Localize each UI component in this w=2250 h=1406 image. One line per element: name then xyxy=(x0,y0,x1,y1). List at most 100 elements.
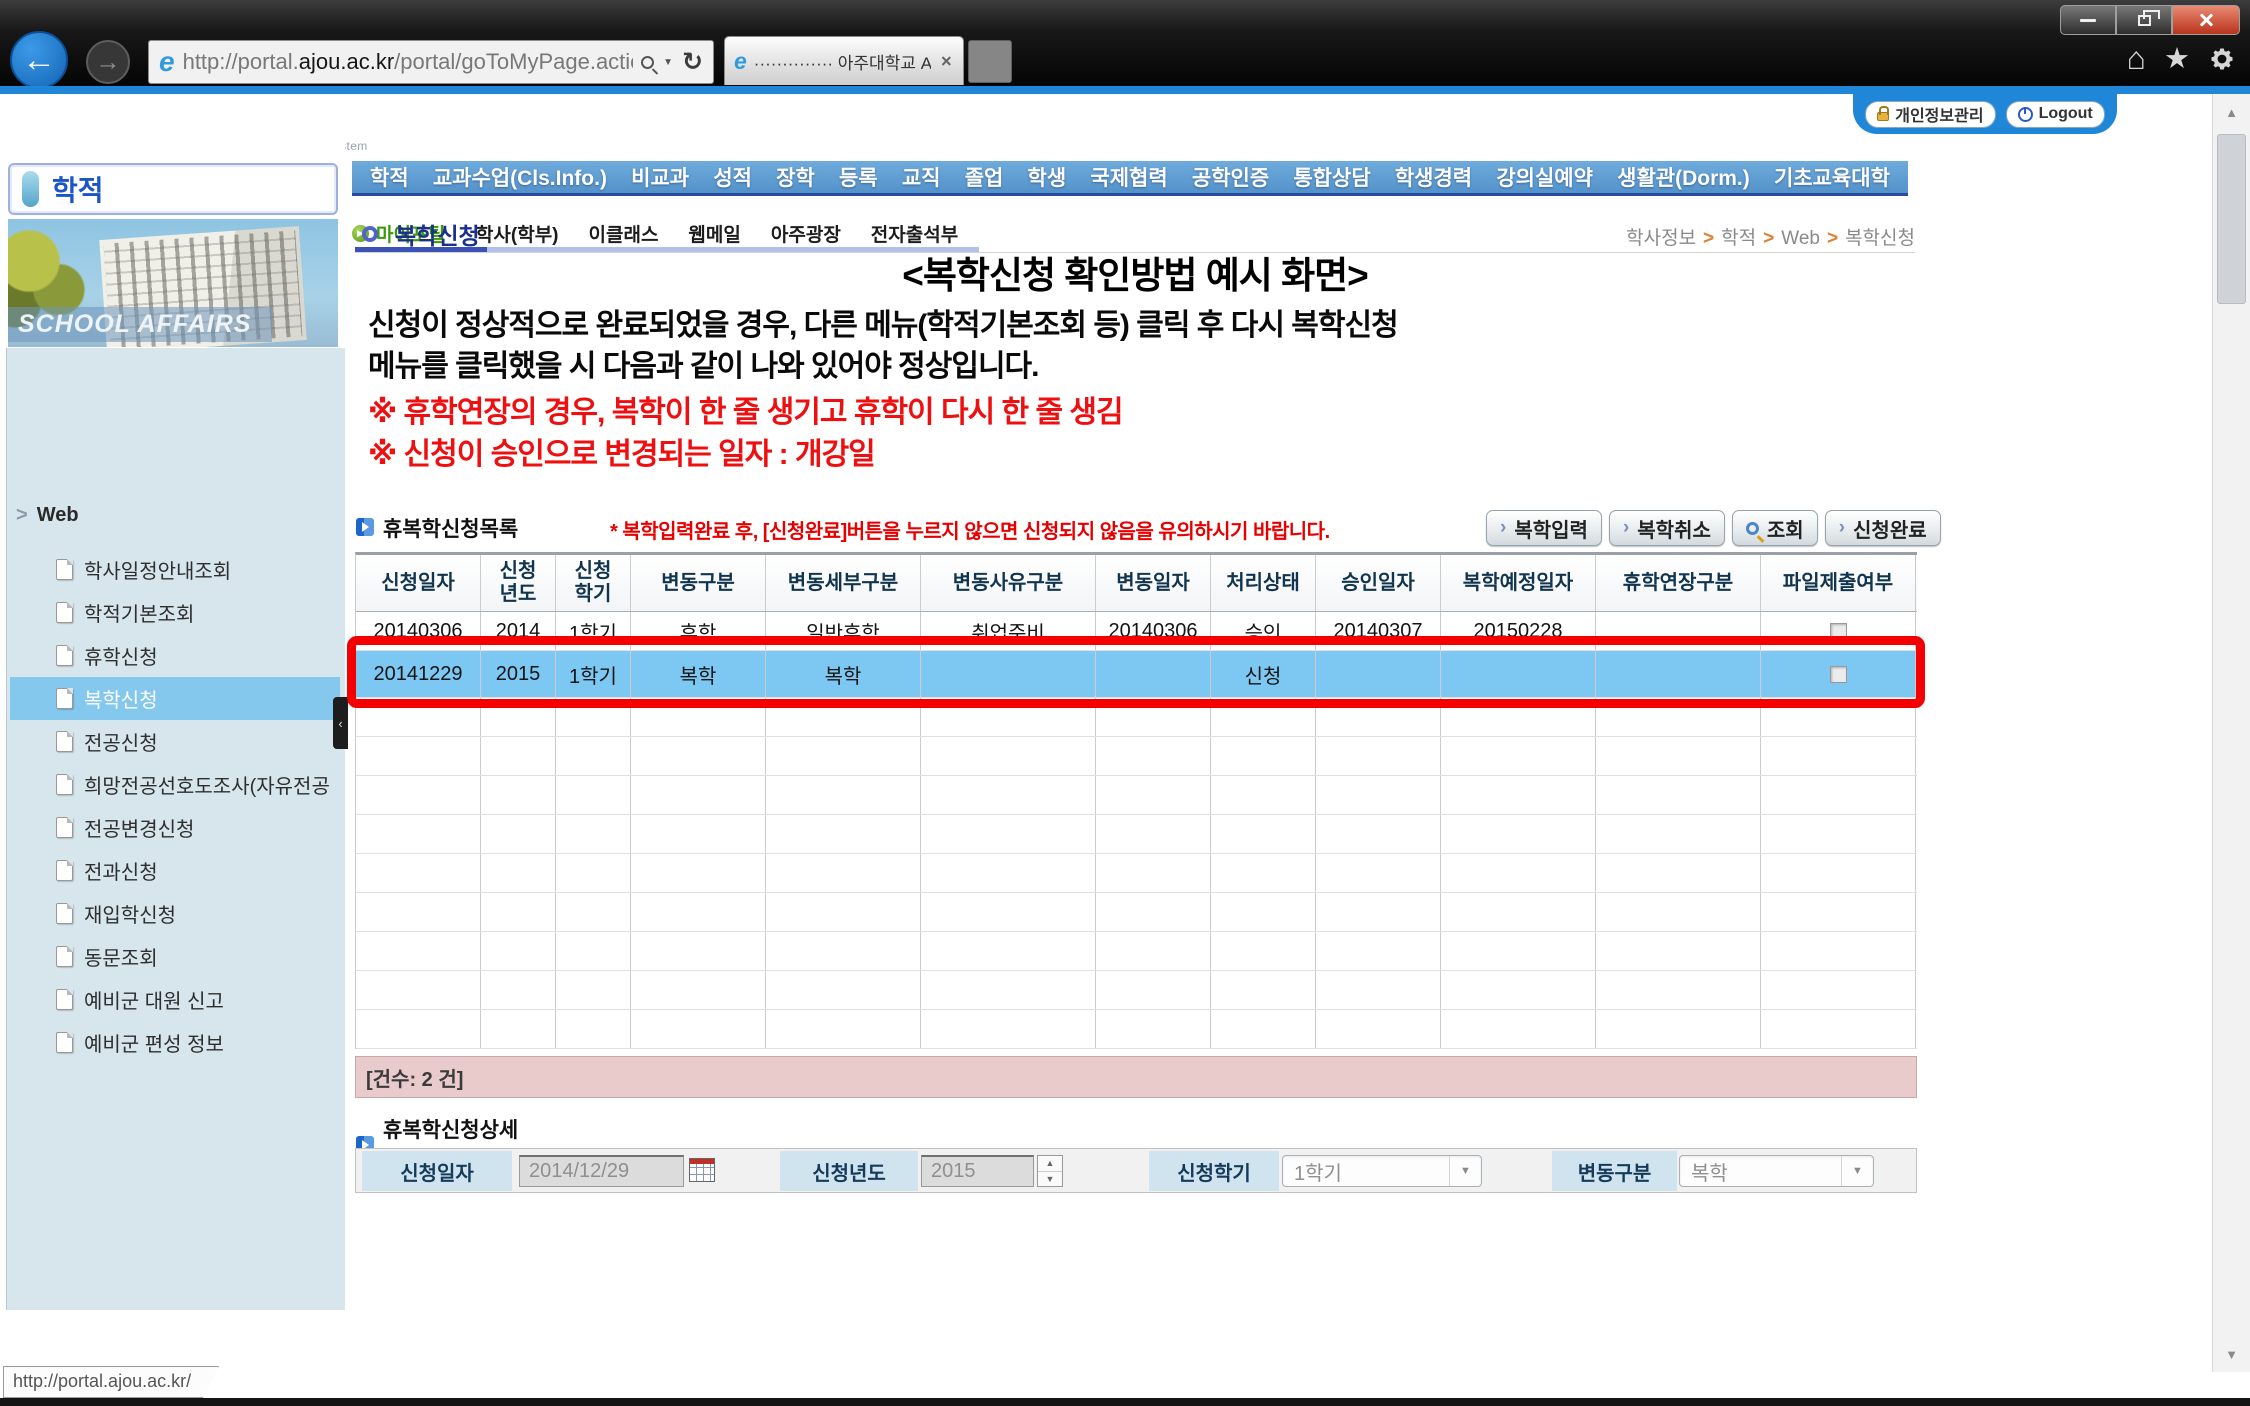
tab-close-icon[interactable] xyxy=(940,55,951,66)
scroll-down-icon[interactable]: ▼ xyxy=(2213,1336,2250,1372)
document-icon xyxy=(56,903,73,924)
sidebar-item[interactable]: 예비군 대원 신고 xyxy=(10,978,340,1021)
maximize-button[interactable] xyxy=(2116,5,2172,35)
return-cancel-button[interactable]: ›복학취소 xyxy=(1609,510,1725,546)
sidebar-item[interactable]: 전공신청 xyxy=(10,720,340,763)
document-icon xyxy=(56,989,73,1010)
new-tab-button[interactable] xyxy=(968,40,1012,83)
breadcrumb-separator: > xyxy=(1827,228,1838,249)
instruction-text: 신청이 정상적으로 완료되었을 경우, 다른 메뉴(학적기본조회 등) 클릭 후… xyxy=(368,305,1398,387)
vertical-scrollbar[interactable]: ▲ ▼ xyxy=(2212,94,2250,1372)
menu-item[interactable]: 학생경력 xyxy=(1395,162,1472,192)
submit-complete-button[interactable]: ›신청완료 xyxy=(1825,510,1941,546)
forward-button[interactable]: → xyxy=(86,40,130,84)
table-cell xyxy=(1096,971,1211,1009)
menu-item[interactable]: 교직 xyxy=(902,162,941,192)
breadcrumb-item[interactable]: 복학신청 xyxy=(1845,228,1915,249)
menu-item[interactable]: 공학인증 xyxy=(1192,162,1269,192)
sidebar-collapse-handle[interactable]: ‹ xyxy=(333,697,348,749)
table-cell xyxy=(556,776,631,814)
menu-item[interactable]: 학생 xyxy=(1028,162,1067,192)
dropdown-arrow-icon[interactable]: ▼ xyxy=(1449,1156,1481,1186)
menu-item[interactable]: 졸업 xyxy=(965,162,1004,192)
menu-item[interactable]: 국제협력 xyxy=(1090,162,1167,192)
table-cell xyxy=(356,932,481,970)
portal-link[interactable]: 이클래스 xyxy=(589,220,659,247)
sidebar-item[interactable]: 전공변경신청 xyxy=(10,806,340,849)
logout-button[interactable]: Logout xyxy=(2006,101,2105,128)
calendar-icon[interactable] xyxy=(689,1158,715,1182)
address-bar[interactable]: e http://portal.ajou.ac.kr/portal/goToMy… xyxy=(148,40,714,84)
button-label: 조회 xyxy=(1767,514,1804,543)
table-cell xyxy=(1441,893,1596,931)
menu-item[interactable]: 교과수업(Cls.Info.) xyxy=(433,162,607,192)
scroll-up-icon[interactable]: ▲ xyxy=(2213,94,2250,130)
menu-item[interactable]: 학적 xyxy=(370,162,409,192)
gear-icon[interactable] xyxy=(2208,45,2236,73)
search-icon[interactable] xyxy=(641,56,654,69)
sidebar-item[interactable]: 학사일정안내조회 xyxy=(10,548,340,591)
column-header: 신청일자 xyxy=(356,555,481,611)
table-cell xyxy=(631,815,766,853)
field-신청일자: 2014/12/29 xyxy=(519,1155,715,1187)
sidebar-item[interactable]: 동문조회 xyxy=(10,935,340,978)
disabled-input[interactable]: 2014/12/29 xyxy=(519,1155,684,1187)
favorites-star-icon[interactable]: ★ xyxy=(2164,41,2190,76)
close-button[interactable] xyxy=(2172,5,2240,35)
menu-item[interactable]: 성적 xyxy=(713,162,752,192)
browser-tab[interactable]: e ·············· 아주대학교 AIM... xyxy=(724,36,964,85)
table-cell xyxy=(921,776,1096,814)
portal-link[interactable]: 아주광장 xyxy=(771,220,841,247)
sidebar-item[interactable]: 복학신청 xyxy=(10,677,340,720)
sidebar-item[interactable]: 전과신청 xyxy=(10,849,340,892)
sidebar-item[interactable]: 희망전공선호도조사(자유전공 xyxy=(10,763,340,806)
scrollbar-thumb[interactable] xyxy=(2217,134,2246,304)
menu-item[interactable]: 통합상담 xyxy=(1293,162,1370,192)
menu-item[interactable]: 생활관(Dorm.) xyxy=(1617,162,1750,192)
refresh-icon[interactable]: ↻ xyxy=(682,47,703,77)
table-cell xyxy=(921,932,1096,970)
sidebar-group-web[interactable]: > Web xyxy=(16,504,79,527)
menu-item[interactable]: 비교과 xyxy=(631,162,689,192)
document-icon xyxy=(56,645,73,666)
menu-item[interactable]: 강의실예약 xyxy=(1496,162,1593,192)
sidebar-item[interactable]: 휴학신청 xyxy=(10,634,340,677)
portal-link[interactable]: 전자출석부 xyxy=(871,220,958,247)
dropdown-arrow-icon[interactable]: ▼ xyxy=(1841,1156,1873,1186)
return-entry-button[interactable]: ›복학입력 xyxy=(1486,510,1602,546)
dropdown-신청학기[interactable]: 1학기▼ xyxy=(1282,1155,1482,1187)
number-spinner[interactable]: ▲▼ xyxy=(1037,1155,1063,1187)
spinner-down-icon[interactable]: ▼ xyxy=(1038,1172,1062,1187)
spinner-up-icon[interactable]: ▲ xyxy=(1038,1156,1062,1172)
sidebar-item-label: 전과신청 xyxy=(84,856,158,885)
home-icon[interactable]: ⌂ xyxy=(2127,40,2146,77)
menu-item[interactable]: 장학 xyxy=(776,162,815,192)
table-cell xyxy=(1316,815,1441,853)
sidebar-item[interactable]: 재입학신청 xyxy=(10,892,340,935)
search-button[interactable]: 조회 xyxy=(1732,510,1818,546)
menu-item[interactable]: 등록 xyxy=(839,162,878,192)
table-cell xyxy=(1761,815,1916,853)
table-cell xyxy=(481,737,556,775)
breadcrumb-item[interactable]: Web xyxy=(1781,228,1820,249)
portal-link[interactable]: 웹메일 xyxy=(688,220,740,247)
document-icon xyxy=(56,946,73,967)
minimize-button[interactable] xyxy=(2060,5,2116,35)
window-accent-line xyxy=(0,86,2250,94)
breadcrumb-item[interactable]: 학사정보 xyxy=(1626,228,1696,249)
disabled-input[interactable]: 2015 xyxy=(921,1155,1034,1187)
dropdown-변동구분[interactable]: 복학▼ xyxy=(1679,1155,1874,1187)
url-text[interactable]: http://portal.ajou.ac.kr/portal/goToMyPa… xyxy=(183,49,634,75)
back-button[interactable]: ← xyxy=(10,31,68,89)
table-cell xyxy=(766,737,921,775)
breadcrumb-item[interactable]: 학적 xyxy=(1721,228,1756,249)
column-header: 신청 학기 xyxy=(556,555,631,611)
column-header: 승인일자 xyxy=(1316,555,1441,611)
menu-item[interactable]: 기초교육대학 xyxy=(1774,162,1890,192)
sidebar-item[interactable]: 학적기본조회 xyxy=(10,591,340,634)
column-header: 변동구분 xyxy=(631,555,766,611)
sidebar-item[interactable]: 예비군 편성 정보 xyxy=(10,1021,340,1064)
chevron-down-icon[interactable]: ▼ xyxy=(663,57,673,68)
portal-link[interactable]: 학사(학부) xyxy=(476,220,559,247)
privacy-settings-button[interactable]: 개인정보관리 xyxy=(1865,101,1995,128)
